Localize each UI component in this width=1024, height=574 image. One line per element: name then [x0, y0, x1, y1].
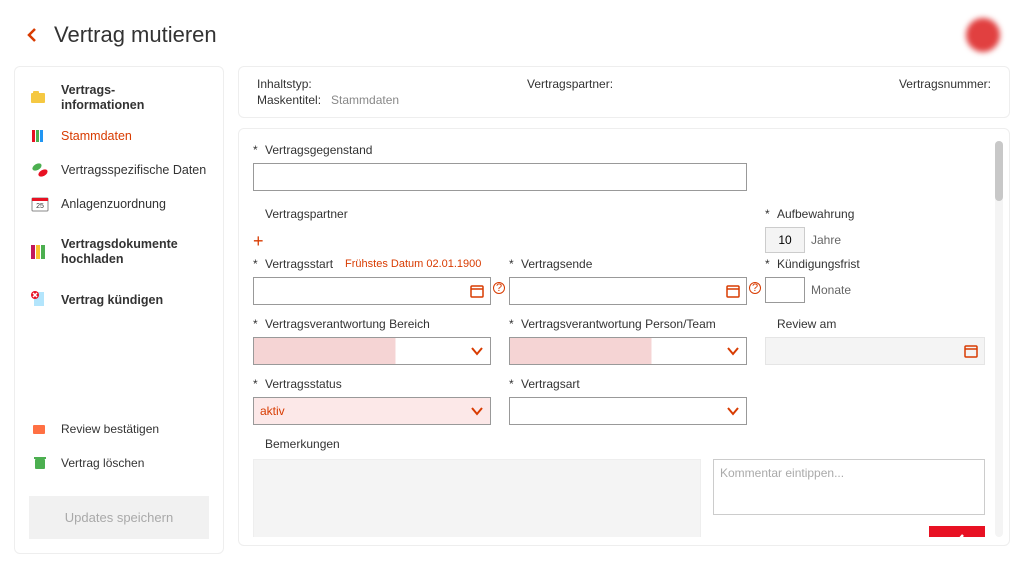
notice-input[interactable]	[765, 277, 805, 303]
help-icon[interactable]: ?	[493, 282, 505, 294]
end-input[interactable]	[509, 277, 747, 305]
required-marker: *	[765, 207, 771, 221]
sidebar-footer-label: Review bestätigen	[61, 422, 209, 436]
start-hint: Frühstes Datum 02.01.1900	[345, 258, 481, 270]
type-select[interactable]	[509, 397, 747, 425]
info-content-type-label: Inhaltstyp:	[257, 77, 312, 91]
sidebar: Vertrags-informationen Stammdaten Vertra…	[14, 66, 224, 554]
required-marker: *	[509, 317, 515, 331]
retention-input[interactable]	[765, 227, 805, 253]
form-card: * Vertragsgegenstand ? Vertragspartner +	[238, 128, 1010, 546]
sidebar-item-label: Vertragsdokumente hochladen	[61, 237, 209, 267]
type-label: Vertragsart	[521, 377, 580, 391]
save-button[interactable]: Updates speichern	[29, 496, 209, 539]
resp-person-select[interactable]	[509, 337, 747, 365]
remarks-input[interactable]	[253, 459, 701, 537]
back-button[interactable]	[24, 27, 40, 43]
info-contract-no-label: Vertragsnummer:	[899, 77, 991, 91]
calendar-icon[interactable]	[467, 281, 487, 301]
sidebar-footer-delete[interactable]: Vertrag löschen	[15, 446, 223, 480]
sidebar-item-label: Stammdaten	[61, 129, 209, 143]
required-marker: *	[253, 377, 259, 391]
add-partner-icon[interactable]: +	[253, 231, 264, 252]
check-folder-icon	[29, 418, 51, 440]
resp-area-select[interactable]	[253, 337, 491, 365]
help-icon[interactable]: ?	[749, 282, 761, 294]
calendar-icon[interactable]	[723, 281, 743, 301]
submit-comment-button[interactable]	[929, 526, 985, 537]
doc-cancel-icon	[29, 289, 51, 311]
info-card: Inhaltstyp: Vertragspartner: Vertragsnum…	[238, 66, 1010, 118]
required-marker: *	[253, 257, 259, 271]
retention-label: Aufbewahrung	[777, 207, 854, 221]
sidebar-item-label: Vertrags-informationen	[61, 83, 209, 113]
partner-label: Vertragspartner	[265, 207, 348, 221]
sidebar-footer-label: Vertrag löschen	[61, 456, 209, 470]
resp-person-label: Vertragsverantwortung Person/Team	[521, 317, 716, 331]
review-label: Review am	[777, 317, 836, 331]
binders-icon	[29, 241, 51, 263]
remarks-label: Bemerkungen	[265, 437, 340, 451]
sidebar-item-label: Anlagenzuordnung	[61, 197, 209, 211]
pill-icon	[29, 159, 51, 181]
avatar[interactable]	[966, 18, 1000, 52]
required-marker: *	[765, 257, 771, 271]
sidebar-item-label: Vertragsspezifische Daten	[61, 163, 209, 177]
scrollbar-thumb[interactable]	[995, 141, 1003, 201]
scrollbar[interactable]	[995, 141, 1003, 537]
notice-unit: Monate	[811, 283, 851, 297]
sidebar-item-kuendigen[interactable]: Vertrag kündigen	[15, 283, 223, 317]
info-partner-label: Vertragspartner:	[527, 77, 613, 91]
retention-unit: Jahre	[811, 233, 841, 247]
trash-icon	[29, 452, 51, 474]
comment-input[interactable]	[713, 459, 985, 515]
status-select[interactable]: aktiv	[253, 397, 491, 425]
start-label: Vertragsstart	[265, 257, 333, 271]
sidebar-item-dokumente[interactable]: Vertragsdokumente hochladen	[15, 231, 223, 273]
resp-area-label: Vertragsverantwortung Bereich	[265, 317, 430, 331]
start-input[interactable]	[253, 277, 491, 305]
sidebar-item-info[interactable]: Vertrags-informationen	[15, 77, 223, 119]
subject-input[interactable]	[253, 163, 747, 191]
notice-label: Kündigungsfrist	[777, 257, 860, 271]
svg-text:25: 25	[36, 203, 44, 210]
required-marker: *	[253, 143, 259, 157]
required-marker: *	[509, 257, 515, 271]
sidebar-footer-review[interactable]: Review bestätigen	[15, 412, 223, 446]
sidebar-item-label: Vertrag kündigen	[61, 293, 209, 308]
books-icon	[29, 125, 51, 147]
sidebar-item-anlagen[interactable]: 25 Anlagenzuordnung	[15, 187, 223, 221]
info-mask-value: Stammdaten	[331, 93, 399, 107]
calendar-icon: 25	[29, 193, 51, 215]
folder-icon	[29, 87, 51, 109]
sidebar-item-stammdaten[interactable]: Stammdaten	[15, 119, 223, 153]
info-mask-label: Maskentitel:	[257, 93, 321, 107]
required-marker: *	[509, 377, 515, 391]
required-marker: *	[253, 317, 259, 331]
page-title: Vertrag mutieren	[54, 22, 217, 48]
calendar-icon[interactable]	[961, 341, 981, 361]
end-label: Vertragsende	[521, 257, 592, 271]
sidebar-item-spezifisch[interactable]: Vertragsspezifische Daten	[15, 153, 223, 187]
subject-label: Vertragsgegenstand	[265, 143, 372, 157]
review-input[interactable]	[765, 337, 985, 365]
status-label: Vertragsstatus	[265, 377, 342, 391]
